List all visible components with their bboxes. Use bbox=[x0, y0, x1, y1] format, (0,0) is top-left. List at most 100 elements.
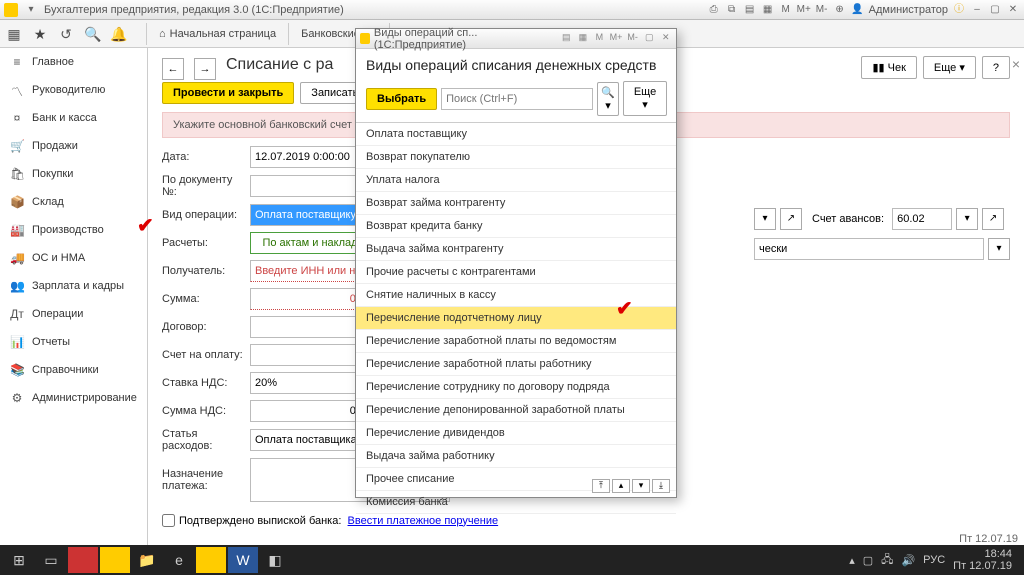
sidebar-item-admin[interactable]: ⚙Администрирование bbox=[0, 384, 147, 412]
info-icon[interactable]: ⓘ bbox=[952, 3, 966, 17]
start-button[interactable]: ⊞ bbox=[4, 547, 34, 573]
apps-icon[interactable]: ▦ bbox=[6, 26, 22, 42]
advance-input[interactable] bbox=[892, 208, 952, 230]
maximize-icon[interactable]: ▢ bbox=[988, 3, 1002, 17]
sidebar-item-purchases[interactable]: 🛍Покупки bbox=[0, 160, 147, 188]
tray-lang[interactable]: РУС bbox=[923, 554, 945, 566]
account-input[interactable] bbox=[250, 344, 370, 366]
task-word-icon[interactable]: W bbox=[228, 547, 258, 573]
modal-list-row[interactable]: Комиссия банка bbox=[356, 491, 676, 514]
tray-clock[interactable]: 18:44Пт 12.07.19 bbox=[953, 548, 1012, 572]
picker-2[interactable]: ▾ bbox=[956, 208, 978, 230]
sidebar-item-sales[interactable]: 🛒Продажи bbox=[0, 132, 147, 160]
modal-list-row[interactable]: Перечисление заработной платы работнику bbox=[356, 353, 676, 376]
modal-list-row[interactable]: Возврат займа контрагенту bbox=[356, 192, 676, 215]
tab-home[interactable]: ⌂Начальная страница bbox=[146, 23, 289, 45]
list-down-icon[interactable]: ▾ bbox=[632, 479, 650, 493]
sidebar-item-reports[interactable]: 📊Отчеты bbox=[0, 328, 147, 356]
post-close-button[interactable]: Провести и закрыть bbox=[162, 82, 294, 104]
sidebar-item-operations[interactable]: ДтОперации bbox=[0, 300, 147, 328]
task-1c-icon[interactable] bbox=[196, 547, 226, 573]
tray-vol-icon[interactable]: 🔊 bbox=[901, 554, 915, 567]
open-1[interactable]: ↗ bbox=[780, 208, 802, 230]
check-button[interactable]: ▮▮ Чек bbox=[861, 56, 916, 79]
list-up-icon[interactable]: ▴ bbox=[612, 479, 630, 493]
auto-input[interactable] bbox=[754, 238, 984, 260]
list-bottom-icon[interactable]: ⤓ bbox=[652, 479, 670, 493]
modal-list-row[interactable]: Уплата налога bbox=[356, 169, 676, 192]
modal-more-button[interactable]: Еще ▾ bbox=[623, 81, 667, 116]
vat-rate-input[interactable] bbox=[250, 372, 370, 394]
list-top-icon[interactable]: ⤒ bbox=[592, 479, 610, 493]
sidebar-item-bank[interactable]: ¤Банк и касса bbox=[0, 104, 147, 132]
sidebar-item-salary[interactable]: 👥Зарплата и кадры bbox=[0, 272, 147, 300]
task-app-2[interactable] bbox=[100, 547, 130, 573]
recipient-input[interactable] bbox=[250, 260, 370, 282]
print-icon[interactable]: ⎙ bbox=[707, 3, 721, 17]
modal-m[interactable]: M bbox=[593, 32, 606, 46]
modal-search-input[interactable] bbox=[441, 88, 593, 110]
m-minus-icon[interactable]: M- bbox=[815, 3, 829, 17]
modal-find-button[interactable]: 🔍▾ bbox=[597, 82, 619, 116]
sidebar-item-main[interactable]: ≡Главное bbox=[0, 48, 147, 76]
help-button[interactable]: ? bbox=[982, 56, 1010, 79]
tray-up-icon[interactable]: ▴ bbox=[849, 554, 855, 567]
picker-1[interactable]: ▾ bbox=[754, 208, 776, 230]
modal-list-row[interactable]: Оплата поставщику bbox=[356, 123, 676, 146]
more-button[interactable]: Еще ▾ bbox=[923, 56, 976, 79]
date-input[interactable] bbox=[250, 146, 370, 168]
star-icon[interactable]: ★ bbox=[32, 26, 48, 42]
modal-calc-icon[interactable]: ▤ bbox=[560, 32, 573, 46]
modal-list-row[interactable]: Прочие расчеты с контрагентами bbox=[356, 261, 676, 284]
vat-sum-input[interactable] bbox=[250, 400, 370, 422]
picker-3[interactable]: ▾ bbox=[988, 238, 1010, 260]
modal-list-row[interactable]: Возврат покупателю bbox=[356, 146, 676, 169]
open-2[interactable]: ↗ bbox=[982, 208, 1004, 230]
nav-back[interactable]: ← bbox=[162, 58, 184, 80]
modal-list-row[interactable]: Выдача займа работнику bbox=[356, 445, 676, 468]
select-button[interactable]: Выбрать bbox=[366, 88, 437, 110]
modal-list-row[interactable]: Перечисление дивидендов bbox=[356, 422, 676, 445]
page-close-icon[interactable]: × bbox=[1012, 56, 1020, 72]
calc-input[interactable] bbox=[250, 232, 370, 254]
enter-payment-link[interactable]: Ввести платежное поручение bbox=[348, 515, 499, 527]
sidebar-item-refs[interactable]: 📚Справочники bbox=[0, 356, 147, 384]
calendar-icon[interactable]: ▦ bbox=[761, 3, 775, 17]
modal-titlebar[interactable]: Виды операций сп... (1С:Предприятие) ▤ ▦… bbox=[356, 29, 676, 49]
modal-m-plus[interactable]: M+ bbox=[610, 32, 623, 46]
user-name[interactable]: Администратор bbox=[869, 4, 948, 16]
m-plus-icon[interactable]: M+ bbox=[797, 3, 811, 17]
search-icon[interactable]: 🔍 bbox=[84, 26, 100, 42]
sidebar-item-os[interactable]: 🚚ОС и НМА bbox=[0, 244, 147, 272]
sum-input[interactable] bbox=[250, 288, 370, 310]
sidebar-item-manager[interactable]: 〽Руководителю bbox=[0, 76, 147, 104]
task-ie-icon[interactable]: e bbox=[164, 547, 194, 573]
modal-m-minus[interactable]: M- bbox=[626, 32, 639, 46]
nav-fwd[interactable]: → bbox=[194, 58, 216, 80]
modal-cal-icon[interactable]: ▦ bbox=[577, 32, 590, 46]
close-icon[interactable]: ✕ bbox=[1006, 3, 1020, 17]
expense-input[interactable] bbox=[250, 429, 370, 451]
task-app-1[interactable] bbox=[68, 547, 98, 573]
calc-icon[interactable]: ▤ bbox=[743, 3, 757, 17]
modal-list-row[interactable]: Перечисление сотруднику по договору подр… bbox=[356, 376, 676, 399]
taskview-icon[interactable]: ▭ bbox=[36, 547, 66, 573]
confirmed-checkbox[interactable] bbox=[162, 514, 175, 527]
minimize-icon[interactable]: – bbox=[970, 3, 984, 17]
tray-action-icon[interactable]: ▢ bbox=[863, 554, 873, 567]
optype-input[interactable] bbox=[250, 204, 370, 226]
m-icon[interactable]: M bbox=[779, 3, 793, 17]
task-generic-icon[interactable]: ◧ bbox=[260, 547, 290, 573]
modal-max-icon[interactable]: ▢ bbox=[643, 32, 656, 46]
docnum-input[interactable] bbox=[250, 175, 370, 197]
task-explorer-icon[interactable]: 📁 bbox=[132, 547, 162, 573]
back-icon[interactable]: ⊕ bbox=[833, 3, 847, 17]
modal-list-row[interactable]: Выдача займа контрагенту bbox=[356, 238, 676, 261]
dropdown-icon[interactable]: ▾ bbox=[24, 3, 38, 17]
history-icon[interactable]: ↺ bbox=[58, 26, 74, 42]
sidebar-item-production[interactable]: 🏭Производство bbox=[0, 216, 147, 244]
modal-list-row[interactable]: Перечисление заработной платы по ведомос… bbox=[356, 330, 676, 353]
modal-list-row[interactable]: Возврат кредита банку bbox=[356, 215, 676, 238]
tray-net-icon[interactable]: 🖧 bbox=[881, 551, 893, 570]
modal-list-row[interactable]: Перечисление депонированной заработной п… bbox=[356, 399, 676, 422]
